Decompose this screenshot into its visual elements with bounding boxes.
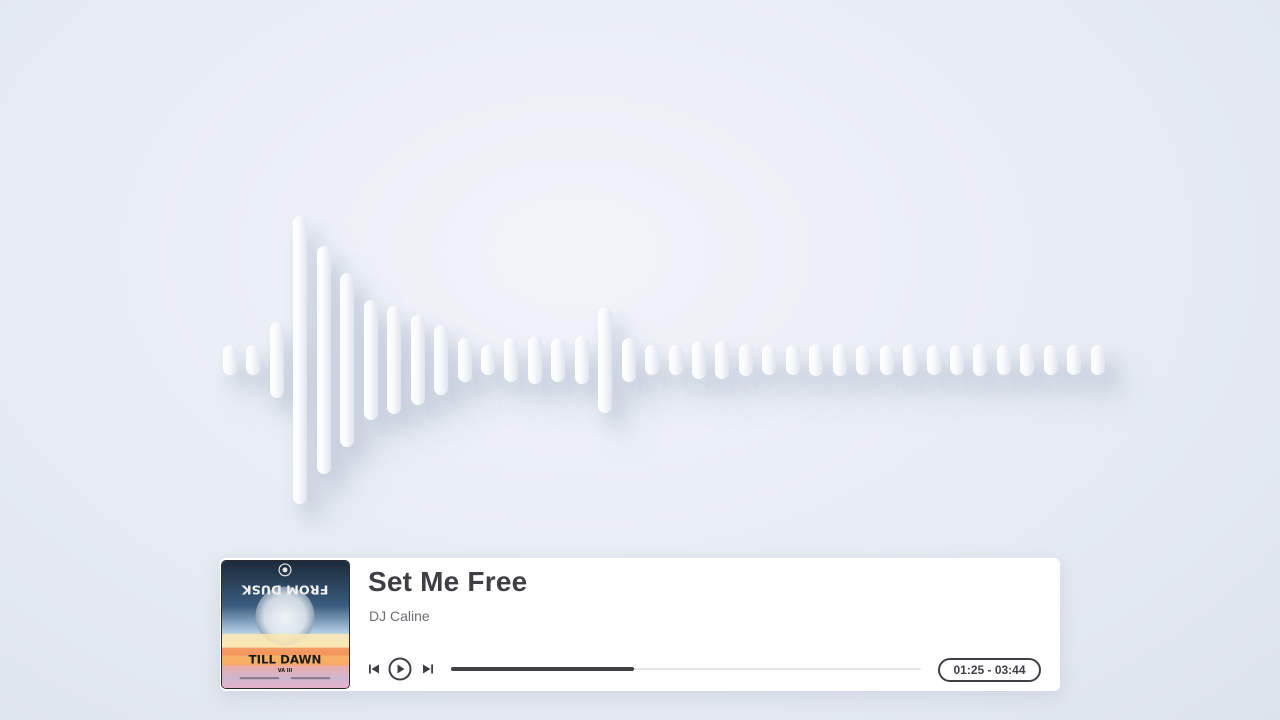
progress-fill (451, 667, 635, 671)
waveform-bar (316, 245, 331, 475)
waveform-bar (879, 345, 894, 375)
track-title: Set Me Free (368, 566, 528, 597)
waveform-bar (340, 273, 355, 447)
waveform-bar (246, 345, 261, 375)
waveform-bar (973, 343, 988, 377)
waveform-bar (1090, 345, 1105, 375)
waveform-bar (1067, 345, 1082, 375)
waveform-bar (996, 345, 1011, 375)
waveform-bar (762, 345, 777, 375)
audio-visualizer (0, 0, 1280, 560)
track-artist: DJ Caline (369, 608, 430, 624)
waveform-bar (809, 343, 824, 377)
album-cover: FROM DUSK TILL DAWN VA III (221, 560, 350, 689)
waveform-bar (1043, 345, 1058, 375)
waveform-bar (1020, 343, 1035, 377)
waveform-bar (926, 345, 941, 375)
waveform-bar (856, 345, 871, 375)
waveform-bar (387, 305, 402, 415)
waveform-bar (223, 345, 237, 375)
waveform-bar (785, 345, 800, 375)
skip-previous-icon (369, 664, 379, 674)
album-volume-text: VA III (278, 668, 293, 674)
waveform-bar (410, 315, 425, 405)
waveform-bar (363, 300, 378, 420)
waveform-bar (269, 322, 284, 398)
waveform-bar (903, 343, 918, 377)
waveform-bar (621, 338, 636, 382)
waveform-bar (715, 341, 730, 379)
waveform-bar (598, 307, 613, 413)
waveform-bar (504, 338, 519, 382)
waveform-bar (551, 338, 566, 382)
previous-button[interactable] (366, 661, 382, 677)
playback-controls (366, 655, 440, 683)
progress-bar[interactable] (451, 667, 921, 671)
play-button[interactable] (388, 657, 412, 681)
waveform-bar (574, 335, 589, 385)
waveform-bar (668, 345, 683, 375)
play-circle-icon (388, 657, 412, 681)
waveform-bar (457, 338, 472, 382)
waveform-bar (645, 345, 660, 375)
time-display: 01:25 - 03:44 (938, 658, 1041, 682)
music-player-card: FROM DUSK TILL DAWN VA III Set Me Free D… (220, 558, 1060, 691)
waveform-bar (738, 343, 753, 377)
waveform-bar (527, 335, 542, 385)
next-button[interactable] (420, 661, 436, 677)
waveform-bar (692, 341, 706, 379)
waveform-bar (480, 345, 495, 375)
waveform-bar (434, 324, 449, 396)
waveform-bar (832, 343, 847, 377)
waveform-bar (949, 345, 964, 375)
skip-next-icon (423, 664, 433, 674)
album-top-text: FROM DUSK (241, 582, 329, 597)
waveform-bar (293, 216, 308, 504)
album-bottom-text: TILL DAWN (249, 652, 322, 666)
